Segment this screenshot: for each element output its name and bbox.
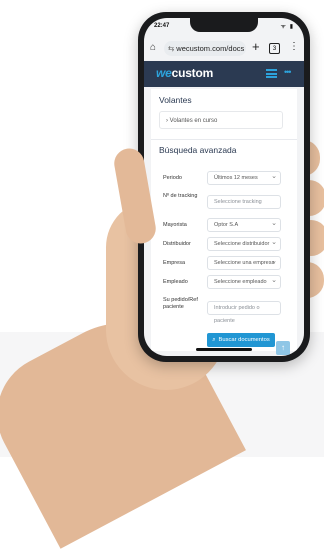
mayorista-label: Mayorista bbox=[163, 222, 187, 228]
scroll-to-top-icon[interactable]: ↑ bbox=[276, 341, 290, 355]
url-text: wecustom.com/docs bbox=[176, 44, 245, 53]
main-content: Volantes › Volantes en curso Búsqueda av… bbox=[151, 89, 297, 355]
tabs-count-icon[interactable]: 3 bbox=[269, 43, 280, 54]
logo[interactable]: wecustom bbox=[156, 66, 213, 80]
empresa-select[interactable]: Seleccione una empresa bbox=[207, 255, 281, 270]
hamburger-menu-icon[interactable] bbox=[266, 69, 277, 78]
status-icons: ᯤ ▮ bbox=[280, 24, 294, 30]
periodo-label: Periodo bbox=[163, 175, 182, 181]
mayorista-select[interactable]: Optor S.A bbox=[207, 217, 281, 232]
search-button-label: Buscar documentos bbox=[218, 337, 270, 343]
url-bar[interactable]: ⇆ wecustom.com/docs bbox=[164, 41, 246, 56]
advanced-search-title: Búsqueda avanzada bbox=[159, 145, 237, 155]
status-time: 22:47 bbox=[154, 23, 170, 29]
app-header: wecustom ••• bbox=[144, 61, 304, 87]
volantes-en-curso-link[interactable]: › Volantes en curso bbox=[159, 111, 283, 129]
search-documents-button[interactable]: ⌕ Buscar documentos bbox=[207, 333, 275, 347]
home-indicator bbox=[196, 348, 252, 351]
section-divider bbox=[151, 139, 297, 140]
logo-custom: custom bbox=[171, 66, 214, 80]
empleado-label: Empleado bbox=[163, 279, 188, 285]
empleado-select[interactable]: Seleccione empleado bbox=[207, 274, 281, 289]
distribuidor-label: Distribuidor bbox=[163, 241, 191, 247]
distribuidor-select[interactable]: Seleccione distribuidor bbox=[207, 236, 281, 251]
site-settings-icon[interactable]: ⇆ bbox=[168, 44, 174, 53]
home-icon[interactable]: ⌂ bbox=[150, 42, 156, 53]
more-menu-icon[interactable]: ⋮ bbox=[289, 41, 299, 52]
chevron-right-icon: › bbox=[166, 118, 168, 124]
volantes-title: Volantes bbox=[159, 95, 192, 105]
pedido-input[interactable]: Introducir pedido o paciente bbox=[207, 301, 281, 324]
periodo-select[interactable]: Últimos 12 meses bbox=[207, 170, 281, 185]
tracking-input[interactable]: Seleccione tracking bbox=[207, 195, 281, 209]
empresa-label: Empresa bbox=[163, 260, 186, 266]
notch bbox=[190, 18, 258, 32]
more-dots-icon[interactable]: ••• bbox=[284, 67, 292, 77]
phone-screen: 22:47 ᯤ ▮ ⌂ ⇆ wecustom.com/docs + 3 ⋮ wec… bbox=[144, 18, 304, 356]
tracking-label: Nº de tracking bbox=[163, 193, 198, 199]
volantes-link-label: Volantes en curso bbox=[169, 118, 218, 124]
logo-we: we bbox=[156, 66, 172, 80]
browser-toolbar: ⌂ ⇆ wecustom.com/docs + 3 ⋮ bbox=[144, 38, 304, 60]
phone: 22:47 ᯤ ▮ ⌂ ⇆ wecustom.com/docs + 3 ⋮ wec… bbox=[138, 12, 310, 362]
pedido-label: Su pedido/Ref paciente bbox=[163, 297, 198, 310]
new-tab-icon[interactable]: + bbox=[252, 39, 260, 54]
search-icon: ⌕ bbox=[212, 337, 216, 343]
